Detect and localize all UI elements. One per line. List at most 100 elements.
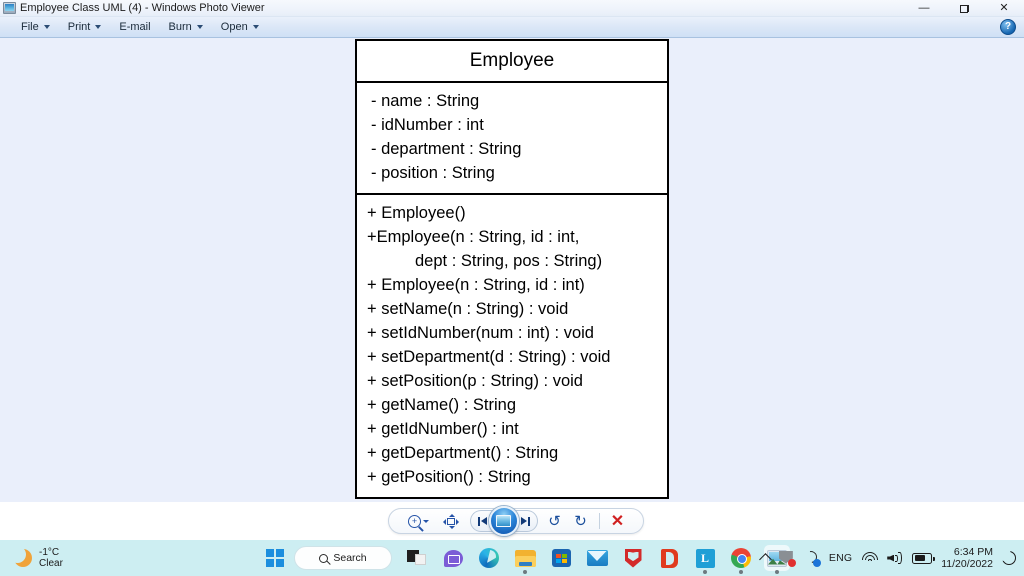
wifi-icon xyxy=(861,551,878,565)
moon-icon xyxy=(9,546,32,567)
uml-method: + getName() : String xyxy=(367,396,517,414)
menu-item-open-label: Open xyxy=(220,21,248,33)
uml-attribute: - department : String xyxy=(371,140,522,158)
chevron-down-icon xyxy=(423,519,429,523)
taskbar-app-chrome[interactable] xyxy=(728,545,754,574)
microsoft-edge-icon xyxy=(479,548,499,568)
menu-item-email-label: E-mail xyxy=(119,21,151,33)
taskbar-app-mail[interactable] xyxy=(584,545,610,571)
tray-sync-button[interactable] xyxy=(802,548,821,567)
menu-item-burn[interactable]: Burn xyxy=(160,19,212,35)
close-icon: ✕ xyxy=(999,2,1009,14)
taskbar-app-microsoft-office[interactable] xyxy=(656,545,682,571)
uml-method: + getIdNumber() : int xyxy=(367,420,519,438)
show-hidden-icons-button[interactable] xyxy=(758,552,772,566)
chevron-down-icon xyxy=(196,25,203,29)
weather-condition: Clear xyxy=(39,558,63,569)
search-input[interactable]: Search xyxy=(294,546,392,570)
menu-item-file[interactable]: File xyxy=(12,19,59,35)
taskbar-app-mcafee[interactable] xyxy=(620,545,646,571)
zoom-button[interactable]: + xyxy=(402,510,436,532)
battery-button[interactable] xyxy=(912,552,935,564)
menu-item-email[interactable]: E-mail xyxy=(110,19,159,35)
libreoffice-icon: L xyxy=(695,548,715,568)
next-icon xyxy=(520,516,530,526)
volume-button[interactable] xyxy=(887,552,903,565)
weather-widget[interactable]: -1°C Clear xyxy=(9,546,63,570)
search-icon xyxy=(319,553,329,563)
uml-attributes-section: - name : String - idNumber : int - depar… xyxy=(357,83,667,195)
delete-image-button[interactable]: ✕ xyxy=(605,510,631,532)
uml-method: + setDepartment(d : String) : void xyxy=(367,348,611,366)
running-indicator xyxy=(523,570,527,574)
taskbar-app-microsoft-store[interactable] xyxy=(548,545,574,571)
file-explorer-icon xyxy=(514,549,536,567)
uml-method-continuation: dept : String, pos : String) xyxy=(415,252,603,270)
close-button[interactable]: ✕ xyxy=(984,0,1024,17)
help-button[interactable]: ? xyxy=(1000,19,1016,35)
clock[interactable]: 6:34 PM 11/20/2022 xyxy=(941,546,993,570)
minimize-button[interactable]: — xyxy=(904,0,944,17)
mail-icon xyxy=(586,550,608,566)
taskbar-app-libreoffice[interactable]: L xyxy=(692,545,718,574)
taskbar-app-file-explorer[interactable] xyxy=(512,545,538,574)
uml-method: + setName(n : String) : void xyxy=(367,300,569,318)
zoom-icon: + xyxy=(408,514,421,528)
uml-attribute: - name : String xyxy=(371,92,480,110)
uml-method: + Employee() xyxy=(367,204,466,222)
menu-item-print-label: Print xyxy=(67,21,91,33)
restore-button[interactable] xyxy=(944,0,984,17)
uml-attribute: - idNumber : int xyxy=(371,116,484,134)
task-view-icon xyxy=(407,550,427,566)
chevron-down-icon xyxy=(43,25,50,29)
tray-mcafee-button[interactable] xyxy=(778,550,796,567)
system-tray: ENG 6:34 PM 11/20/2022 xyxy=(758,540,1016,576)
taskbar-app-task-view[interactable] xyxy=(404,545,430,571)
start-button[interactable] xyxy=(262,545,288,571)
viewer-toolbar: + ↺ ↻ ✕ xyxy=(388,506,644,536)
taskbar-app-chat[interactable] xyxy=(440,545,466,571)
menu-item-print[interactable]: Print xyxy=(59,19,111,35)
chevron-up-icon xyxy=(758,553,772,566)
rotate-ccw-icon: ↺ xyxy=(548,513,561,530)
uml-method: + setPosition(p : String) : void xyxy=(367,372,583,390)
volume-icon xyxy=(887,552,903,565)
navigation-group xyxy=(469,506,538,536)
uml-class-diagram: Employee - name : String - idNumber : in… xyxy=(355,39,669,499)
alert-badge xyxy=(787,558,796,567)
rotate-clockwise-button[interactable]: ↻ xyxy=(568,510,594,532)
uml-method: + setIdNumber(num : int) : void xyxy=(367,324,594,342)
uml-attribute: - position : String xyxy=(371,164,495,182)
clock-time: 6:34 PM xyxy=(953,545,993,558)
menu-item-burn-label: Burn xyxy=(168,21,192,33)
weather-temperature: -1°C xyxy=(39,546,60,558)
fit-to-window-button[interactable] xyxy=(436,510,466,532)
title-bar: Employee Class UML (4) - Windows Photo V… xyxy=(0,0,1024,17)
rotate-cw-icon: ↻ xyxy=(574,513,587,530)
running-indicator xyxy=(739,570,743,574)
windows-logo-icon xyxy=(266,549,284,567)
slideshow-button[interactable] xyxy=(488,506,519,536)
taskbar-center: Search L xyxy=(262,540,790,576)
moon-icon xyxy=(998,548,1016,565)
do-not-disturb-button[interactable] xyxy=(998,548,1016,565)
image-canvas[interactable]: Employee - name : String - idNumber : in… xyxy=(0,38,1024,502)
rotate-counterclockwise-button[interactable]: ↺ xyxy=(542,510,568,532)
delete-icon: ✕ xyxy=(610,513,625,530)
slideshow-icon xyxy=(496,515,511,527)
chevron-down-icon xyxy=(252,25,259,29)
chat-icon xyxy=(443,549,463,567)
language-indicator[interactable]: ENG xyxy=(829,552,852,564)
toolbar-divider xyxy=(598,513,600,529)
uml-method: + Employee(n : String, id : int) xyxy=(367,276,585,294)
clock-date: 11/20/2022 xyxy=(941,558,993,570)
taskbar-apps: L xyxy=(404,545,790,574)
menu-item-file-label: File xyxy=(21,21,39,33)
taskbar: -1°C Clear Search L ENG 6:34 PM 11/20/20… xyxy=(0,540,1024,576)
taskbar-app-edge[interactable] xyxy=(476,545,502,571)
uml-class-name: Employee xyxy=(357,41,667,83)
help-icon: ? xyxy=(1004,21,1012,32)
previous-icon xyxy=(477,516,487,526)
menu-item-open[interactable]: Open xyxy=(212,19,268,35)
network-button[interactable] xyxy=(861,551,878,565)
